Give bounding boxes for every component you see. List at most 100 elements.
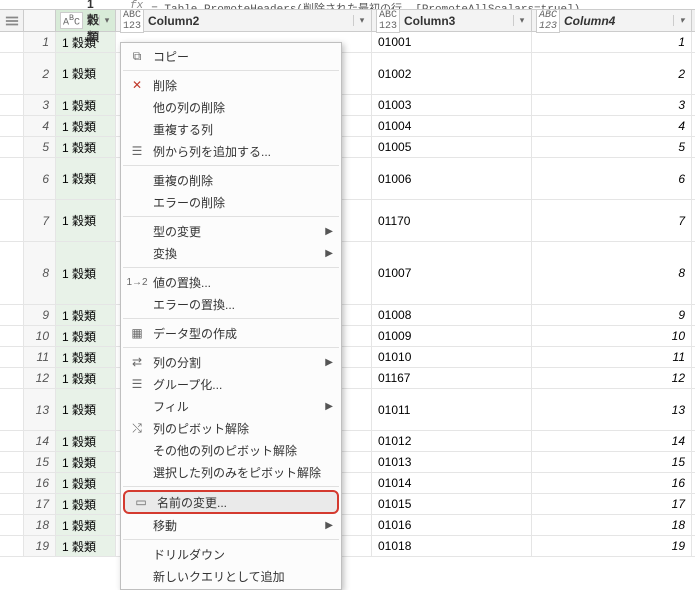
cell-d[interactable]: 5 [532, 137, 692, 157]
table-row[interactable]: 111 穀類0101011 [0, 347, 695, 368]
filter-icon[interactable]: ▾ [513, 15, 527, 26]
menu-duplicate[interactable]: 重複する列 [121, 118, 341, 140]
cell-c[interactable]: 01005 [372, 137, 532, 157]
cell-a[interactable]: 1 穀類 [56, 242, 116, 304]
table-row[interactable]: 31 穀類010033 [0, 95, 695, 116]
cell-a[interactable]: 1 穀類 [56, 116, 116, 136]
table-row[interactable]: 161 穀類0101416 [0, 473, 695, 494]
cell-a[interactable]: 1 穀類 [56, 431, 116, 451]
cell-d[interactable]: 12 [532, 368, 692, 388]
menu-remove-others[interactable]: 他の列の削除 [121, 96, 341, 118]
filter-icon[interactable]: ▾ [99, 15, 111, 26]
menu-unpivot[interactable]: ⤭列のピボット解除 [121, 417, 341, 439]
menu-change-type[interactable]: 型の変更▶ [121, 220, 341, 242]
menu-replace-err[interactable]: エラーの置換... [121, 293, 341, 315]
filter-icon[interactable]: ▾ [673, 15, 687, 26]
cell-a[interactable]: 1 穀類 [56, 515, 116, 535]
cell-a[interactable]: 1 穀類 [56, 494, 116, 514]
cell-c[interactable]: 01013 [372, 452, 532, 472]
cell-d[interactable]: 10 [532, 326, 692, 346]
cell-c[interactable]: 01001 [372, 32, 532, 52]
cell-d[interactable]: 15 [532, 452, 692, 472]
menu-create-datatype[interactable]: ▦データ型の作成 [121, 322, 341, 344]
table-row[interactable]: 181 穀類0101618 [0, 515, 695, 536]
menu-remove-err[interactable]: エラーの削除 [121, 191, 341, 213]
menu-remove-dup[interactable]: 重複の削除 [121, 169, 341, 191]
menu-drilldown[interactable]: ドリルダウン [121, 543, 341, 565]
cell-c[interactable]: 01009 [372, 326, 532, 346]
cell-d[interactable]: 19 [532, 536, 692, 556]
menu-replace-val[interactable]: 1→2値の置換... [121, 271, 341, 293]
table-row[interactable]: 151 穀類0101315 [0, 452, 695, 473]
menu-newquery[interactable]: 新しいクエリとして追加 [121, 565, 341, 587]
cell-a[interactable]: 1 穀類 [56, 305, 116, 325]
table-row[interactable]: 141 穀類0101214 [0, 431, 695, 452]
cell-c[interactable]: 01006 [372, 158, 532, 199]
menu-groupby[interactable]: ☰グループ化... [121, 373, 341, 395]
cell-a[interactable]: 1 穀類 [56, 473, 116, 493]
menu-unpivot-selected[interactable]: 選択した列のみをピボット解除 [121, 461, 341, 483]
cell-d[interactable]: 1 [532, 32, 692, 52]
column-header-d[interactable]: ABC123 Column4 ▾ [532, 10, 692, 31]
cell-c[interactable]: 01014 [372, 473, 532, 493]
cell-c[interactable]: 01016 [372, 515, 532, 535]
cell-c[interactable]: 01010 [372, 347, 532, 367]
table-row[interactable]: 91 穀類010089 [0, 305, 695, 326]
cell-d[interactable]: 13 [532, 389, 692, 430]
cell-d[interactable]: 4 [532, 116, 692, 136]
table-row[interactable]: 171 穀類0101517 [0, 494, 695, 515]
table-row[interactable]: 191 穀類0101819 [0, 536, 695, 557]
cell-a[interactable]: 1 穀類 [56, 158, 116, 199]
cell-d[interactable]: 14 [532, 431, 692, 451]
table-row[interactable]: 71 穀類011707 [0, 200, 695, 242]
table-row[interactable]: 101 穀類0100910 [0, 326, 695, 347]
table-row[interactable]: 121 穀類0116712 [0, 368, 695, 389]
cell-c[interactable]: 01167 [372, 368, 532, 388]
menu-remove[interactable]: ✕削除 [121, 74, 341, 96]
cell-c[interactable]: 01015 [372, 494, 532, 514]
table-row[interactable]: 131 穀類0101113 [0, 389, 695, 431]
cell-a[interactable]: 1 穀類 [56, 368, 116, 388]
menu-fill[interactable]: フィル▶ [121, 395, 341, 417]
cell-a[interactable]: 1 穀類 [56, 452, 116, 472]
cell-c[interactable]: 01002 [372, 53, 532, 94]
cell-d[interactable]: 18 [532, 515, 692, 535]
menu-split-col[interactable]: ⇄列の分割▶ [121, 351, 341, 373]
column-header-c[interactable]: ABC123 Column3 ▾ [372, 10, 532, 31]
cell-a[interactable]: 1 穀類 [56, 536, 116, 556]
cell-a[interactable]: 1 穀類 [56, 95, 116, 115]
cell-d[interactable]: 11 [532, 347, 692, 367]
menu-copy[interactable]: ⧉コピー [121, 45, 341, 67]
cell-a[interactable]: 1 穀類 [56, 32, 116, 52]
cell-d[interactable]: 2 [532, 53, 692, 94]
cell-d[interactable]: 16 [532, 473, 692, 493]
menu-move[interactable]: 移動▶ [121, 514, 341, 536]
cell-c[interactable]: 01008 [372, 305, 532, 325]
cell-c[interactable]: 01170 [372, 200, 532, 241]
column-header-b[interactable]: ABC123 Column2 ▾ [116, 10, 372, 31]
corner-cell[interactable] [0, 10, 24, 31]
table-row[interactable]: 51 穀類010055 [0, 137, 695, 158]
cell-d[interactable]: 6 [532, 158, 692, 199]
cell-d[interactable]: 7 [532, 200, 692, 241]
cell-d[interactable]: 9 [532, 305, 692, 325]
table-row[interactable]: 61 穀類010066 [0, 158, 695, 200]
table-row[interactable]: 11 穀類010011 [0, 32, 695, 53]
cell-a[interactable]: 1 穀類 [56, 389, 116, 430]
cell-a[interactable]: 1 穀類 [56, 200, 116, 241]
table-row[interactable]: 21 穀類010022 [0, 53, 695, 95]
cell-a[interactable]: 1 穀類 [56, 53, 116, 94]
column-header-a[interactable]: ABC 1 穀類 ▾ [56, 10, 116, 31]
cell-a[interactable]: 1 穀類 [56, 326, 116, 346]
cell-a[interactable]: 1 穀類 [56, 137, 116, 157]
cell-c[interactable]: 01007 [372, 242, 532, 304]
cell-c[interactable]: 01011 [372, 389, 532, 430]
menu-transform[interactable]: 変換▶ [121, 242, 341, 264]
menu-rename[interactable]: ▭名前の変更... [123, 490, 339, 514]
menu-add-from-example[interactable]: ☰例から列を追加する... [121, 140, 341, 162]
cell-d[interactable]: 8 [532, 242, 692, 304]
filter-icon[interactable]: ▾ [353, 15, 367, 26]
cell-c[interactable]: 01004 [372, 116, 532, 136]
cell-c[interactable]: 01018 [372, 536, 532, 556]
cell-d[interactable]: 17 [532, 494, 692, 514]
